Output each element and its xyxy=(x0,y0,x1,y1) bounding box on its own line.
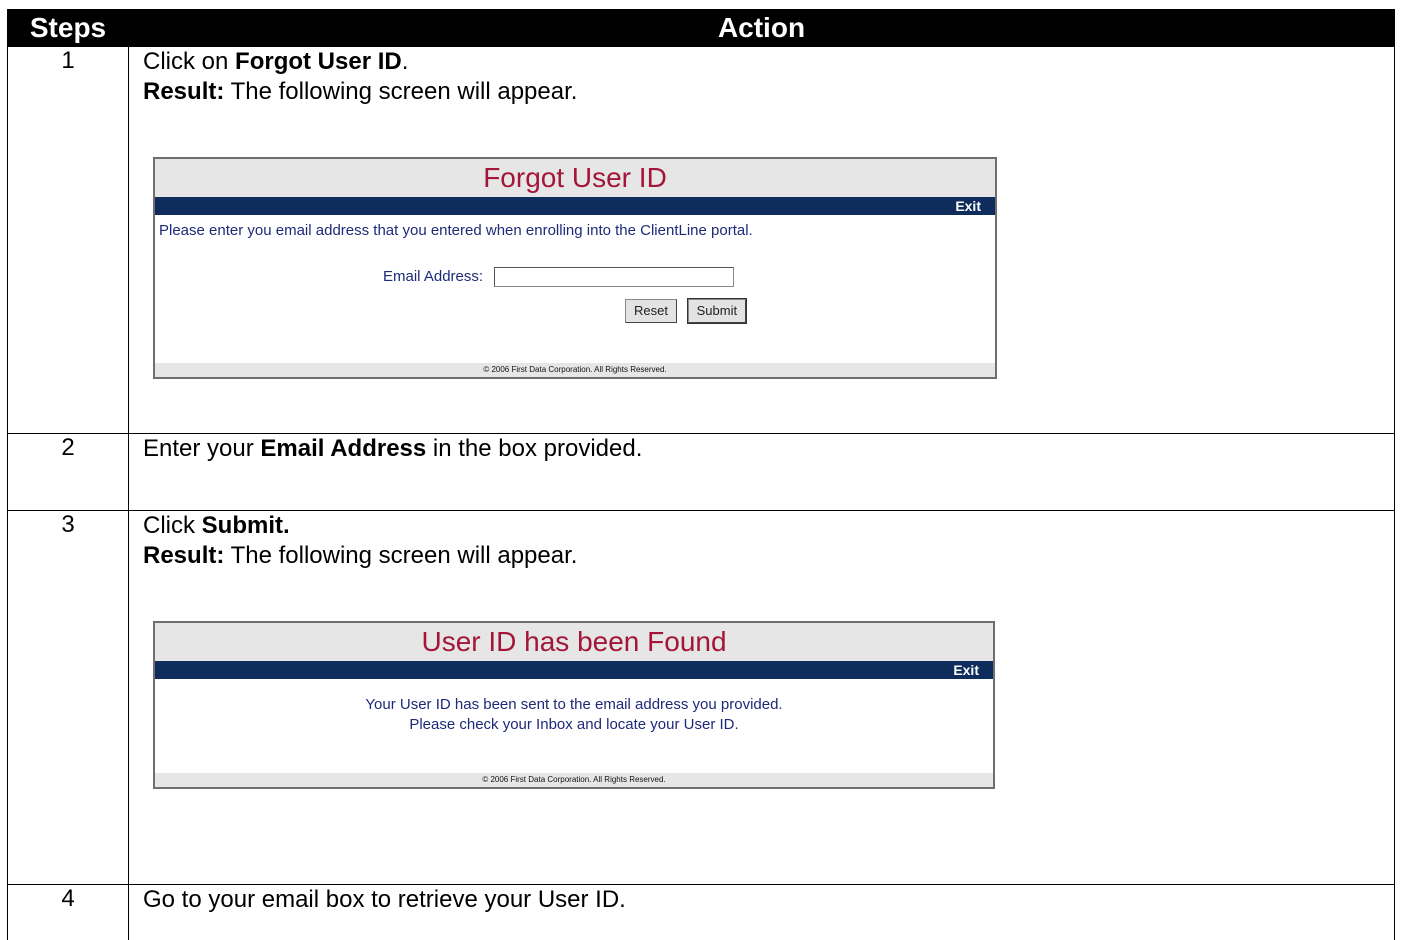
panel-title: Forgot User ID xyxy=(155,159,995,197)
reset-button[interactable]: Reset xyxy=(625,299,677,323)
header-action: Action xyxy=(128,9,1395,47)
email-label: Email Address: xyxy=(383,267,484,285)
step-keyword: Forgot User ID xyxy=(235,48,402,75)
table-row: 1 Click on Forgot User ID. Result: The f… xyxy=(7,46,1395,434)
step-action: Go to your email box to retrieve your Us… xyxy=(128,884,1395,940)
step-instruction: Click on Forgot User ID. xyxy=(143,48,409,75)
message-line: Please check your Inbox and locate your … xyxy=(409,716,739,733)
panel-nav-bar: Exit xyxy=(155,661,993,679)
steps-table: Steps Action 1 Click on Forgot User ID. … xyxy=(7,9,1395,940)
submit-button[interactable]: Submit xyxy=(686,298,748,324)
step-number: 4 xyxy=(7,884,129,940)
panel-title: User ID has been Found xyxy=(155,623,993,661)
table-row: 3 Click Submit. Result: The following sc… xyxy=(7,510,1395,885)
button-row: Reset Submit xyxy=(155,293,995,324)
step-keyword: Email Address xyxy=(260,435,427,462)
step-result: Result: The following screen will appear… xyxy=(143,542,578,569)
message-line: Your User ID has been sent to the email … xyxy=(365,696,783,713)
step-action: Click on Forgot User ID. Result: The fol… xyxy=(128,46,1395,434)
table-header-row: Steps Action xyxy=(7,9,1395,47)
email-row: Email Address: xyxy=(155,261,995,287)
panel-footer: © 2006 First Data Corporation. All Right… xyxy=(155,363,995,377)
exit-link[interactable]: Exit xyxy=(955,197,981,215)
table-row: 4 Go to your email box to retrieve your … xyxy=(7,884,1395,940)
step-action: Click Submit. Result: The following scre… xyxy=(128,510,1395,885)
step-action: Enter your Email Address in the box prov… xyxy=(128,433,1395,511)
step-instruction: Enter your Email Address in the box prov… xyxy=(143,435,643,462)
table-row: 2 Enter your Email Address in the box pr… xyxy=(7,433,1395,511)
exit-link[interactable]: Exit xyxy=(953,661,979,679)
user-id-found-screenshot: User ID has been Found Exit Your User ID… xyxy=(153,621,995,789)
email-field[interactable] xyxy=(493,266,734,287)
forgot-user-id-screenshot: Forgot User ID Exit Please enter you ema… xyxy=(153,157,997,379)
header-steps: Steps xyxy=(7,9,129,47)
step-number: 3 xyxy=(7,510,129,885)
step-number: 1 xyxy=(7,46,129,434)
step-keyword: Submit. xyxy=(201,512,290,539)
step-number: 2 xyxy=(7,433,129,511)
panel-message: Please enter you email address that you … xyxy=(159,222,753,239)
panel-message: Your User ID has been sent to the email … xyxy=(155,679,993,735)
panel-nav-bar: Exit xyxy=(155,197,995,215)
panel-footer: © 2006 First Data Corporation. All Right… xyxy=(155,773,993,787)
step-instruction: Click Submit. xyxy=(143,512,290,539)
step-result: Result: The following screen will appear… xyxy=(143,78,578,105)
